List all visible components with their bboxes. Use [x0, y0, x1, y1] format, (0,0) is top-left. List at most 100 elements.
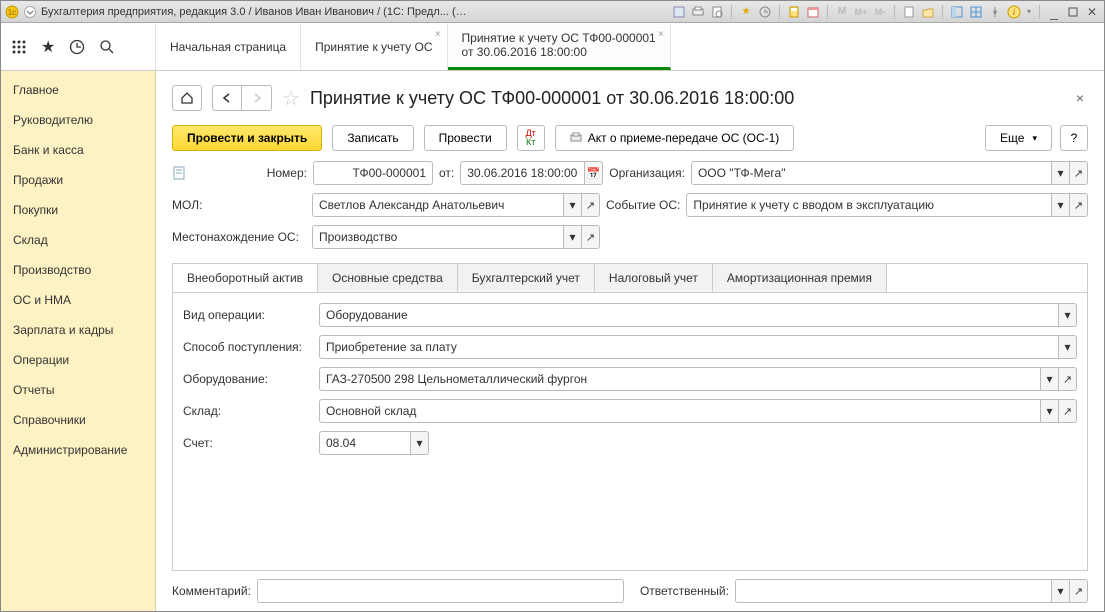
tool-star-icon[interactable]: ★ [738, 4, 754, 20]
report-button[interactable]: Акт о приеме-передаче ОС (ОС-1) [555, 125, 795, 151]
favorite-icon[interactable]: ☆ [282, 86, 300, 111]
date-input-group: 30.06.2016 18:00:00 [460, 161, 603, 185]
open-icon[interactable] [582, 193, 600, 217]
itab-noncurrent[interactable]: Внеоборотный актив [173, 264, 318, 292]
dropdown-icon[interactable] [23, 5, 37, 19]
chevron-down-icon[interactable]: ▾ [1059, 303, 1077, 327]
calendar-icon[interactable] [585, 161, 603, 185]
chevron-down-icon[interactable]: ▾ [1052, 161, 1070, 185]
inner-tabs: Внеоборотный актив Основные средства Бух… [172, 263, 1088, 292]
sidebar-item-reports[interactable]: Отчеты [1, 375, 155, 405]
dt-kt-button[interactable]: ДтКт [517, 125, 545, 151]
window-close-icon[interactable]: ✕ [1084, 4, 1100, 20]
search-icon[interactable] [99, 39, 115, 55]
itab-accounting[interactable]: Бухгалтерский учет [458, 264, 595, 292]
open-icon[interactable] [1059, 367, 1077, 391]
open-icon[interactable] [1070, 579, 1088, 603]
sidebar-item-main[interactable]: Главное [1, 75, 155, 105]
number-input[interactable]: ТФ00-000001 [313, 161, 433, 185]
tool-doc-icon[interactable] [901, 4, 917, 20]
favorites-icon[interactable]: ★ [41, 37, 55, 57]
date-input[interactable]: 30.06.2016 18:00:00 [460, 161, 585, 185]
chevron-down-icon[interactable]: ▾ [1041, 399, 1059, 423]
sidebar-item-manager[interactable]: Руководителю [1, 105, 155, 135]
tool-panel-grid-icon[interactable] [968, 4, 984, 20]
sidebar-item-admin[interactable]: Администрирование [1, 435, 155, 465]
tool-preview-icon[interactable] [709, 4, 725, 20]
org-input[interactable]: ООО "ТФ-Мега" [691, 161, 1052, 185]
back-button[interactable] [212, 85, 242, 111]
tool-calc-icon[interactable] [786, 4, 802, 20]
optype-input[interactable]: Оборудование [319, 303, 1059, 327]
sidebar-item-bank[interactable]: Банк и касса [1, 135, 155, 165]
resp-input[interactable] [735, 579, 1052, 603]
number-label: Номер: [192, 166, 307, 180]
home-button[interactable] [172, 85, 202, 111]
store-input[interactable]: Основной склад [319, 399, 1041, 423]
itab-tax[interactable]: Налоговый учет [595, 264, 713, 292]
chevron-down-icon[interactable]: ▾ [564, 193, 582, 217]
tab-close-icon[interactable]: × [658, 29, 664, 40]
tool-mplus-icon[interactable]: M+ [853, 4, 869, 20]
sidebar-item-ops[interactable]: Операции [1, 345, 155, 375]
tool-panel-left-icon[interactable] [949, 4, 965, 20]
tab-accept-os[interactable]: Принятие к учету ОС × [301, 23, 447, 70]
help-button[interactable]: ? [1060, 125, 1088, 151]
post-and-close-button[interactable]: Провести и закрыть [172, 125, 322, 151]
tool-settings-icon[interactable] [987, 4, 1003, 20]
equip-input[interactable]: ГАЗ-270500 298 Цельнометаллический фурго… [319, 367, 1041, 391]
tool-mminus-icon[interactable]: M- [872, 4, 888, 20]
save-button[interactable]: Записать [332, 125, 413, 151]
sidebar-item-ref[interactable]: Справочники [1, 405, 155, 435]
action-toolbar: Провести и закрыть Записать Провести ДтК… [172, 125, 1088, 151]
window-maximize-icon[interactable] [1065, 4, 1081, 20]
open-icon[interactable] [582, 225, 600, 249]
sidebar-item-purchase[interactable]: Покупки [1, 195, 155, 225]
mol-input[interactable]: Светлов Александр Анатольевич [312, 193, 564, 217]
open-icon[interactable] [1059, 399, 1077, 423]
sidebar-item-stock[interactable]: Склад [1, 225, 155, 255]
separator [779, 5, 780, 19]
tool-folder-icon[interactable] [920, 4, 936, 20]
open-icon[interactable] [1070, 193, 1088, 217]
chevron-down-icon[interactable]: ▾ [411, 431, 429, 455]
sidebar-item-osnma[interactable]: ОС и НМА [1, 285, 155, 315]
sidebar-item-salary[interactable]: Зарплата и кадры [1, 315, 155, 345]
event-input[interactable]: Принятие к учету с вводом в эксплуатацию [686, 193, 1052, 217]
tab-close-icon[interactable]: × [435, 29, 441, 40]
acq-input[interactable]: Приобретение за плату [319, 335, 1059, 359]
post-button[interactable]: Провести [424, 125, 507, 151]
tool-info-dd-icon[interactable]: ▾ [1025, 4, 1033, 20]
org-label: Организация: [609, 166, 685, 180]
more-button-label: Еще [1000, 131, 1024, 145]
content-close-icon[interactable]: × [1072, 86, 1088, 110]
chevron-down-icon[interactable]: ▾ [1052, 193, 1070, 217]
sidebar-item-sales[interactable]: Продажи [1, 165, 155, 195]
acct-input[interactable]: 08.04 [319, 431, 411, 455]
tool-info-icon[interactable]: i [1006, 4, 1022, 20]
itab-amort[interactable]: Амортизационная премия [713, 264, 887, 292]
tool-m-icon[interactable]: M [834, 4, 850, 20]
itab-fixed-assets[interactable]: Основные средства [318, 264, 458, 292]
open-icon[interactable] [1070, 161, 1088, 185]
chevron-down-icon[interactable]: ▾ [1052, 579, 1070, 603]
sidebar-item-prod[interactable]: Производство [1, 255, 155, 285]
window-minimize-icon[interactable]: _ [1046, 4, 1062, 20]
chevron-down-icon[interactable]: ▾ [1041, 367, 1059, 391]
apps-icon[interactable] [11, 39, 27, 55]
history-icon[interactable] [69, 39, 85, 55]
row-location: Местонахождение ОС: Производство ▾ [172, 225, 1088, 249]
tool-history-icon[interactable] [757, 4, 773, 20]
row-number-date-org: Номер: ТФ00-000001 от: 30.06.2016 18:00:… [172, 161, 1088, 185]
chevron-down-icon[interactable]: ▾ [564, 225, 582, 249]
chevron-down-icon[interactable]: ▾ [1059, 335, 1077, 359]
tab-accept-os-doc[interactable]: Принятие к учету ОС ТФ00-000001 от 30.06… [448, 23, 671, 70]
tool-save-icon[interactable] [671, 4, 687, 20]
forward-button[interactable] [242, 85, 272, 111]
more-button[interactable]: Еще▾ [985, 125, 1052, 151]
tab-start-page[interactable]: Начальная страница [156, 23, 301, 70]
loc-input[interactable]: Производство [312, 225, 564, 249]
tool-calendar-icon[interactable] [805, 4, 821, 20]
tool-print-icon[interactable] [690, 4, 706, 20]
comment-input[interactable] [257, 579, 624, 603]
